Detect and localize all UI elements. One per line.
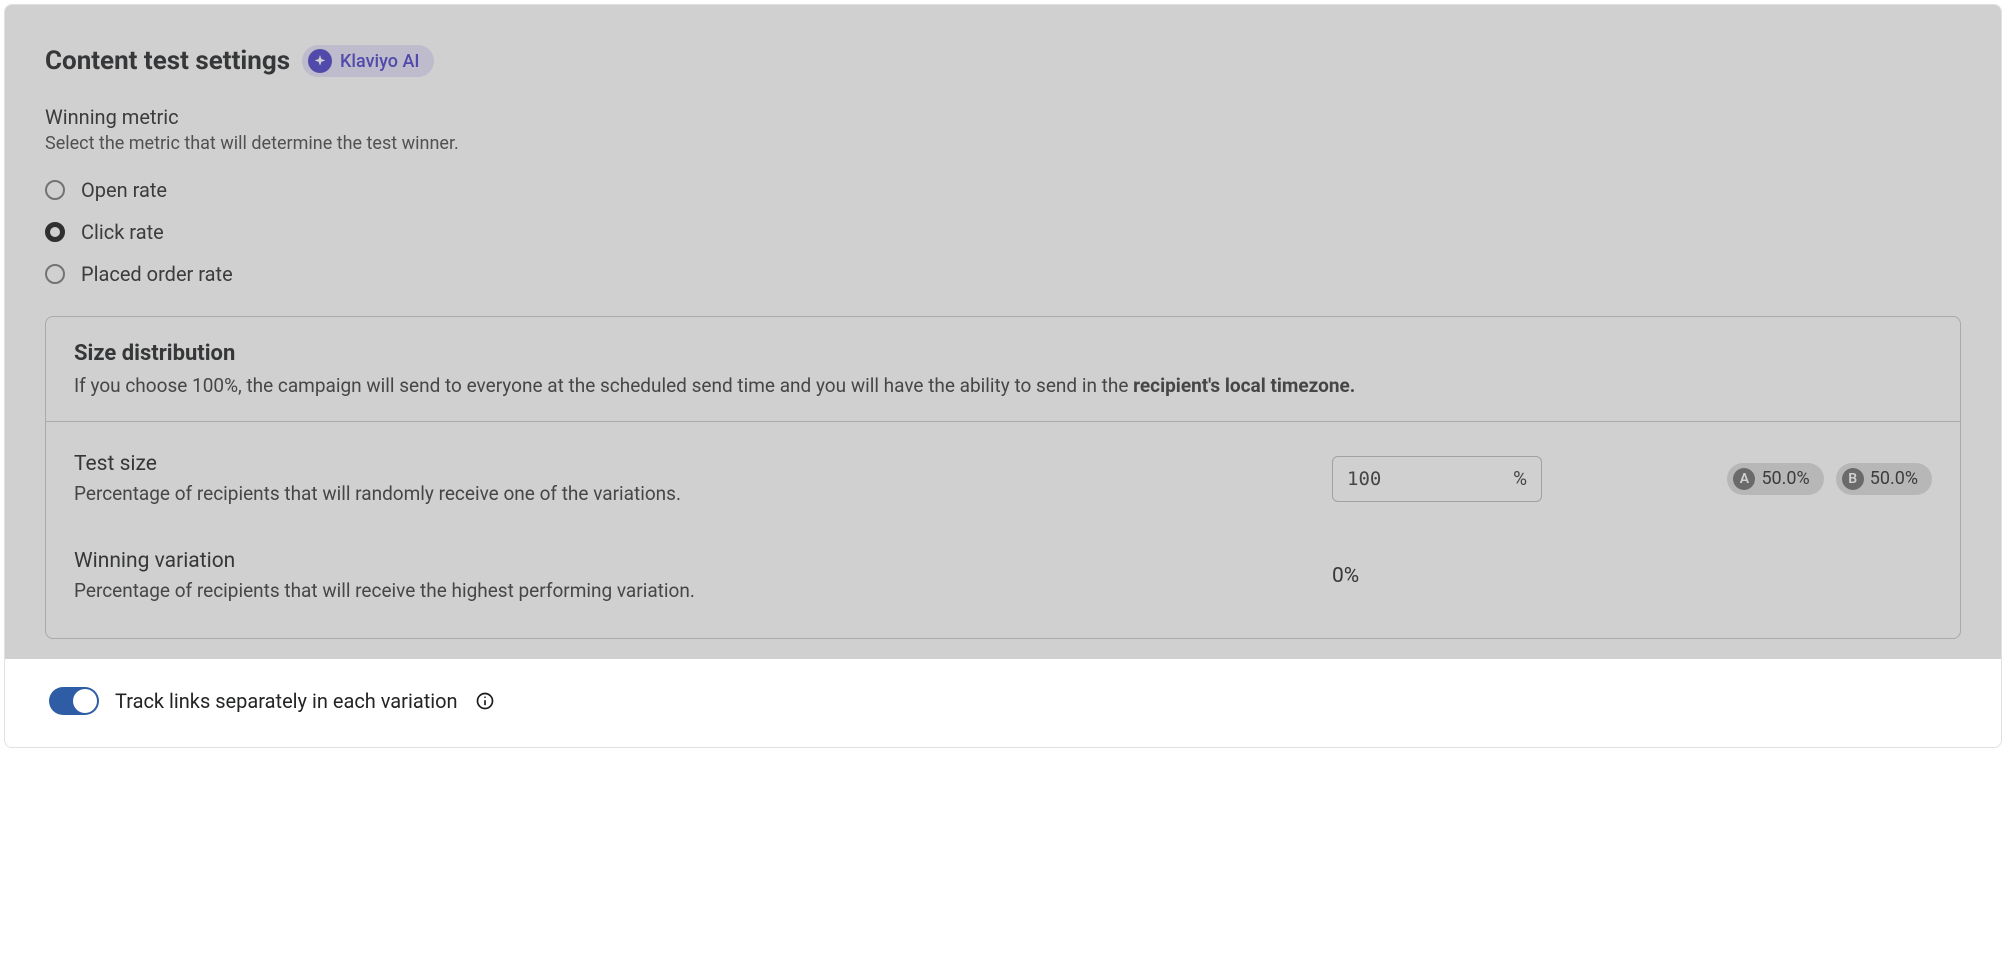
- variation-chip-a: A 50.0%: [1727, 463, 1823, 495]
- chip-value: 50.0%: [1761, 468, 1809, 489]
- size-distribution-header: Size distribution If you choose 100%, th…: [46, 317, 1960, 422]
- size-distribution-desc-prefix: If you choose 100%, the campaign will se…: [74, 374, 1133, 397]
- winning-metric-help: Select the metric that will determine th…: [45, 133, 1961, 154]
- size-distribution-desc-bold: recipient's local timezone.: [1133, 374, 1355, 397]
- winning-variation-value: 0%: [1332, 564, 1359, 588]
- chip-letter: A: [1733, 468, 1755, 490]
- test-size-input[interactable]: [1347, 468, 1513, 490]
- radio-icon: [45, 264, 65, 284]
- winning-variation-left: Winning variation Percentage of recipien…: [74, 549, 1332, 602]
- footer-section: Track links separately in each variation: [5, 659, 2001, 747]
- settings-panel: Content test settings Klaviyo AI Winning…: [4, 4, 2002, 748]
- info-icon[interactable]: [474, 690, 496, 712]
- size-distribution-desc: If you choose 100%, the campaign will se…: [74, 374, 1932, 397]
- dimmed-settings-area: Content test settings Klaviyo AI Winning…: [5, 5, 2001, 659]
- percent-suffix: %: [1513, 467, 1527, 490]
- toggle-knob: [73, 689, 97, 713]
- title-row: Content test settings Klaviyo AI: [45, 45, 1961, 77]
- sparkle-icon: [308, 49, 332, 73]
- size-distribution-title: Size distribution: [74, 341, 1932, 366]
- variation-chip-b: B 50.0%: [1836, 463, 1932, 495]
- radio-click-rate[interactable]: Click rate: [45, 220, 1961, 244]
- radio-label: Placed order rate: [81, 262, 233, 286]
- winning-metric-radio-group: Open rate Click rate Placed order rate: [45, 178, 1961, 286]
- radio-label: Open rate: [81, 178, 167, 202]
- winning-variation-row: Winning variation Percentage of recipien…: [74, 549, 1932, 602]
- test-size-input-wrap[interactable]: %: [1332, 456, 1542, 502]
- radio-open-rate[interactable]: Open rate: [45, 178, 1961, 202]
- page-title: Content test settings: [45, 46, 290, 76]
- radio-placed-order-rate[interactable]: Placed order rate: [45, 262, 1961, 286]
- winning-variation-label: Winning variation: [74, 549, 1302, 573]
- radio-label: Click rate: [81, 220, 164, 244]
- radio-icon: [45, 222, 65, 242]
- ai-badge: Klaviyo AI: [302, 45, 433, 77]
- test-size-row: Test size Percentage of recipients that …: [74, 452, 1932, 505]
- radio-icon: [45, 180, 65, 200]
- chip-value: 50.0%: [1870, 468, 1918, 489]
- winning-metric-label: Winning metric: [45, 105, 1961, 129]
- test-size-input-cell: %: [1332, 456, 1592, 502]
- track-links-toggle[interactable]: [49, 687, 99, 715]
- size-distribution-card: Size distribution If you choose 100%, th…: [45, 316, 1961, 639]
- test-size-label: Test size: [74, 452, 1302, 476]
- ai-badge-label: Klaviyo AI: [340, 51, 419, 72]
- winning-variation-value-cell: 0%: [1332, 564, 1592, 588]
- test-size-chips: A 50.0% B 50.0%: [1592, 463, 1932, 495]
- track-links-label: Track links separately in each variation: [115, 689, 458, 713]
- size-distribution-body: Test size Percentage of recipients that …: [46, 422, 1960, 638]
- test-size-left: Test size Percentage of recipients that …: [74, 452, 1332, 505]
- chip-letter: B: [1842, 468, 1864, 490]
- test-size-help: Percentage of recipients that will rando…: [74, 482, 1302, 505]
- winning-variation-help: Percentage of recipients that will recei…: [74, 579, 1302, 602]
